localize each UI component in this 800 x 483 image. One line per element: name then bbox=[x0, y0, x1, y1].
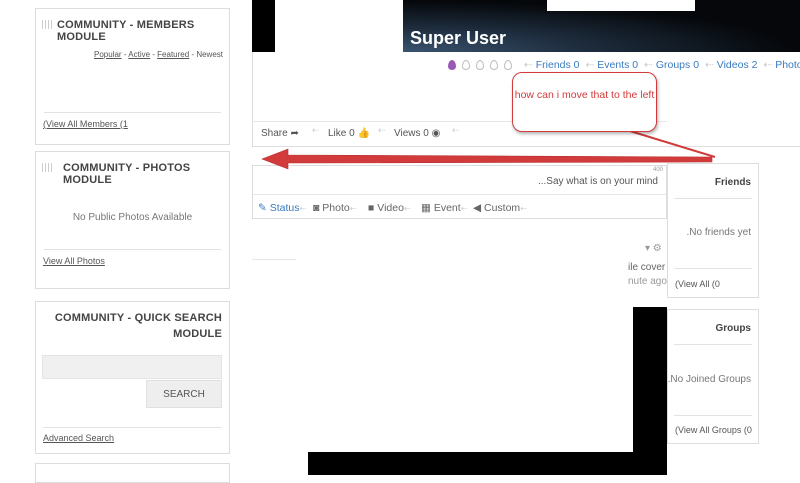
divider bbox=[44, 112, 221, 113]
divider bbox=[44, 249, 221, 250]
separator-icon: ⇠ bbox=[523, 59, 533, 71]
groups-title: Groups bbox=[715, 323, 751, 334]
rating-drop-icon[interactable] bbox=[476, 60, 484, 71]
cover-overlay bbox=[547, 0, 695, 11]
drag-grip-icon bbox=[42, 20, 52, 29]
tab-video-label: Video bbox=[377, 202, 404, 214]
share-label: Share bbox=[261, 128, 288, 139]
stat-events[interactable]: Events 0 bbox=[597, 59, 638, 71]
tab-photo[interactable]: ◙ Photo⇠ bbox=[313, 202, 356, 214]
separator-icon: ⇠ bbox=[378, 125, 386, 135]
like-label: Like 0 bbox=[328, 128, 355, 139]
status-input[interactable]: ...Say what is on your mind bbox=[538, 176, 658, 187]
tab-event[interactable]: ▦ Event⇠ bbox=[421, 202, 467, 214]
next-module bbox=[35, 463, 230, 483]
friends-title: Friends bbox=[714, 177, 751, 188]
calendar-icon: ▦ bbox=[421, 202, 431, 214]
share-icon: ➦ bbox=[290, 128, 299, 139]
avatar[interactable] bbox=[275, 0, 403, 108]
megaphone-icon: ◀ bbox=[473, 202, 482, 214]
members-module-title: COMMUNITY - MEMBERS MODULE bbox=[57, 19, 195, 43]
stat-friends[interactable]: Friends 0 bbox=[536, 59, 580, 71]
rating-drop-icon[interactable] bbox=[490, 60, 498, 71]
annotation-callout: how can i move that to the left bbox=[512, 72, 657, 132]
activity-time: nute ago bbox=[628, 276, 667, 287]
divider bbox=[674, 415, 752, 416]
stat-videos[interactable]: Videos 2 bbox=[717, 59, 758, 71]
like-button[interactable]: Like 0 👍 bbox=[328, 128, 370, 139]
quick-search-title: COMMUNITY - QUICK SEARCH bbox=[54, 312, 222, 324]
views-counter: Views 0 ◉ bbox=[394, 128, 440, 139]
divider bbox=[674, 344, 752, 345]
divider bbox=[252, 259, 296, 260]
groups-widget: Groups .No Joined Groups (View All Group… bbox=[667, 309, 759, 444]
tab-status[interactable]: ✎ Status⇠ bbox=[258, 202, 306, 214]
video-camera-icon: ■ bbox=[368, 202, 375, 214]
redacted-area bbox=[308, 452, 667, 475]
search-input[interactable] bbox=[42, 355, 222, 379]
rating-drop-icon[interactable] bbox=[462, 60, 470, 71]
view-all-members-link[interactable]: (View All Members (1 bbox=[43, 119, 128, 129]
no-photos-text: No Public Photos Available bbox=[72, 212, 193, 223]
thumbs-up-icon: 👍 bbox=[357, 128, 370, 139]
rating-drop-icon[interactable] bbox=[504, 60, 512, 71]
divider bbox=[674, 198, 752, 199]
tab-custom-label: Custom bbox=[484, 202, 521, 214]
redacted-area bbox=[633, 307, 667, 475]
tab-custom[interactable]: ◀ Custom⇠ bbox=[473, 202, 527, 214]
separator-icon: ⇠ bbox=[585, 59, 595, 71]
filter-newest[interactable]: Newest bbox=[196, 50, 223, 59]
eye-icon: ◉ bbox=[431, 128, 441, 139]
char-counter: 400 bbox=[652, 167, 663, 173]
member-filters: Popular - Active - Featured - Newest bbox=[94, 50, 223, 59]
views-label: Views 0 bbox=[394, 128, 429, 139]
view-all-photos-link[interactable]: View All Photos bbox=[43, 256, 105, 266]
separator-icon: ⇠ bbox=[763, 59, 773, 71]
members-module: COMMUNITY - MEMBERS MODULE Popular - Act… bbox=[35, 8, 230, 145]
tab-video[interactable]: ■ Video⇠ bbox=[368, 202, 411, 214]
filter-featured[interactable]: Featured bbox=[157, 50, 189, 59]
profile-name: Super User bbox=[410, 28, 507, 48]
separator-icon: ⇠ bbox=[452, 125, 460, 135]
separator-icon: ⇠ bbox=[644, 59, 653, 71]
friends-widget: Friends .No friends yet (View All (0 bbox=[667, 163, 759, 298]
advanced-search-link[interactable]: Advanced Search bbox=[43, 433, 114, 443]
stat-photos[interactable]: Photos 0 bbox=[775, 59, 800, 71]
tab-photo-label: Photo bbox=[322, 202, 350, 214]
activity-text: ile cover bbox=[628, 262, 666, 273]
view-all-friends-link[interactable]: (View All (0 bbox=[675, 279, 720, 289]
stat-groups[interactable]: Groups 0 bbox=[656, 59, 699, 71]
activity-options-icon[interactable]: ▾ ⚙ bbox=[645, 243, 662, 254]
filter-active[interactable]: Active bbox=[128, 50, 150, 59]
filter-popular[interactable]: Popular bbox=[94, 50, 122, 59]
quick-search-title-cont: MODULE bbox=[173, 328, 222, 340]
divider bbox=[43, 427, 222, 428]
share-button[interactable]: Share ➦ bbox=[261, 128, 299, 139]
photos-module: COMMUNITY - PHOTOS MODULE No Public Phot… bbox=[35, 151, 230, 289]
tab-status-label: Status bbox=[269, 202, 300, 214]
camera-icon: ◙ bbox=[313, 202, 320, 214]
no-friends-text: .No friends yet bbox=[686, 227, 751, 238]
profile-stats: ⇠ Friends 0 ⇠ Events 0 ⇠ Groups 0 ⇠ Videos 2… bbox=[448, 59, 800, 71]
separator-icon: ⇠ bbox=[704, 59, 714, 71]
rating-drop-icon[interactable] bbox=[448, 60, 456, 71]
search-button[interactable]: SEARCH bbox=[146, 380, 222, 408]
no-groups-text: .No Joined Groups bbox=[667, 374, 751, 385]
pencil-icon: ✎ bbox=[258, 202, 267, 214]
drag-grip-icon bbox=[42, 163, 52, 172]
view-all-groups-link[interactable]: (View All Groups (0 bbox=[675, 425, 752, 435]
divider bbox=[253, 194, 666, 195]
separator-icon: ⇠ bbox=[312, 125, 320, 135]
tab-event-label: Event bbox=[433, 202, 461, 214]
photos-module-title: COMMUNITY - PHOTOS MODULE bbox=[63, 162, 191, 186]
divider bbox=[674, 268, 752, 269]
